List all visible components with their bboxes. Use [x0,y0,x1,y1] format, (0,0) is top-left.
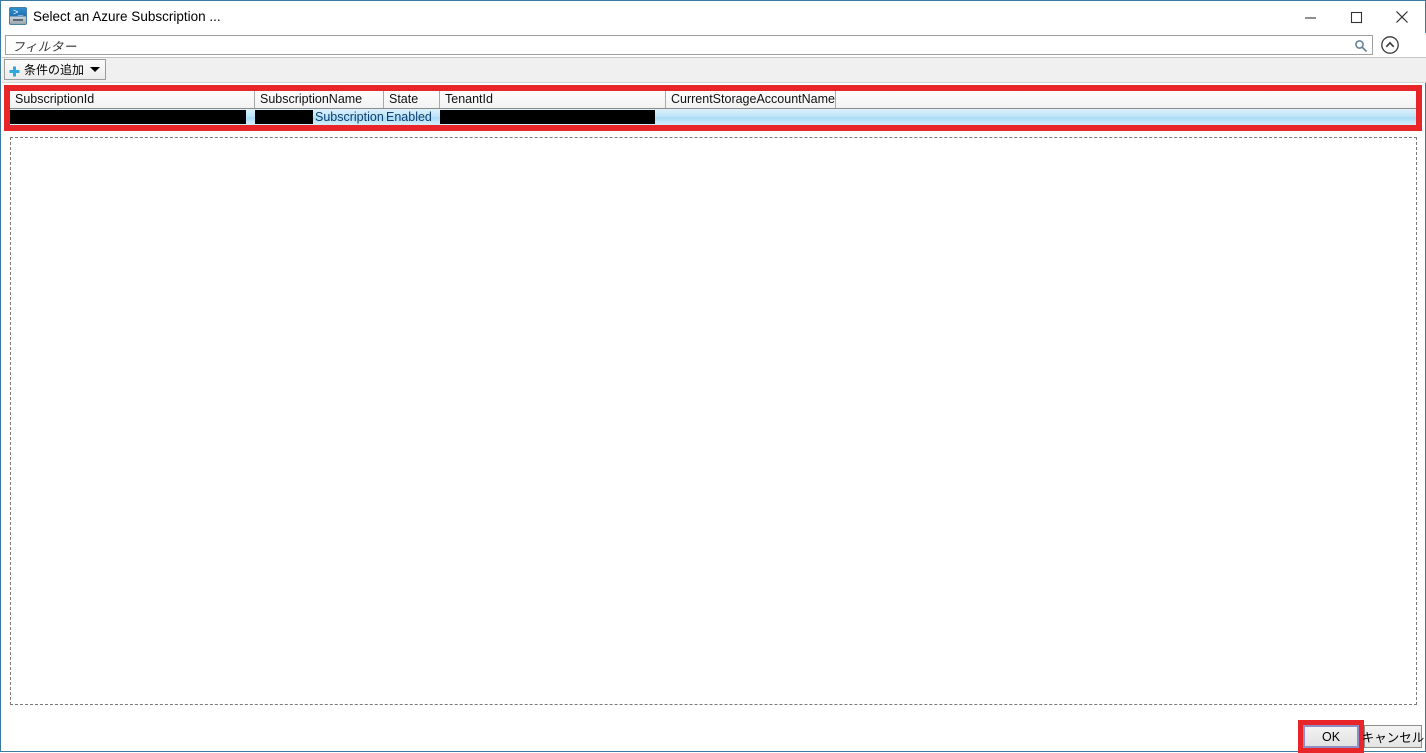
column-header[interactable]: State [384,91,440,108]
table-cell[interactable]: Subscription [255,109,384,125]
cell-text: Enabled [386,110,432,124]
search-input[interactable]: フィルター [5,35,1373,55]
redacted-value [255,110,313,124]
minimize-icon[interactable] [1287,1,1333,33]
cancel-button[interactable]: キャンセル [1362,725,1424,748]
search-icon[interactable] [1354,39,1368,53]
cell-text: Subscription [315,110,384,124]
dialog-window: >_ Select an Azure Subscription ... フィルタ… [0,0,1426,753]
chevron-up-circle-icon[interactable] [1380,35,1400,55]
close-icon[interactable] [1379,1,1425,33]
filter-placeholder: フィルター [12,39,77,54]
table-cell[interactable] [440,109,666,125]
table-cell[interactable] [666,109,836,125]
grid-header: SubscriptionId SubscriptionName State Tenan… [10,91,1416,109]
title-bar: >_ Select an Azure Subscription ... [1,1,1425,33]
toolbar: 条件の追加 [2,57,1426,83]
content-area [10,137,1417,705]
table-cell[interactable] [836,109,1416,125]
subscription-grid: SubscriptionId SubscriptionName State Tenan… [10,91,1416,125]
column-header[interactable]: TenantId [440,91,666,108]
redacted-value [10,110,246,124]
window-title: Select an Azure Subscription ... [33,9,221,24]
redacted-value [440,110,655,124]
add-condition-label: 条件の追加 [24,63,85,77]
column-header[interactable]: CurrentStorageAccountName [666,91,836,108]
window-controls [1287,1,1425,33]
table-cell[interactable]: Enabled [384,109,440,125]
powershell-icon: >_ [9,7,27,25]
column-header[interactable] [836,91,1416,108]
plus-icon [9,64,20,77]
ok-button[interactable]: OK [1303,725,1359,748]
column-header[interactable]: SubscriptionId [10,91,255,108]
table-cell[interactable] [10,109,255,125]
column-header[interactable]: SubscriptionName [255,91,384,108]
add-condition-button[interactable]: 条件の追加 [4,59,107,80]
maximize-icon[interactable] [1333,1,1379,33]
table-row[interactable]: Subscription Enabled [10,109,1416,125]
chevron-down-icon[interactable] [90,67,101,72]
filter-bar: フィルター [2,33,1426,57]
